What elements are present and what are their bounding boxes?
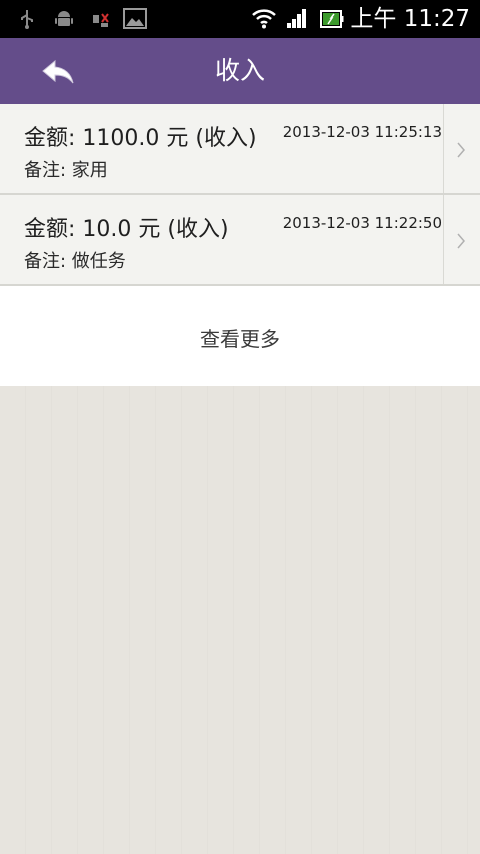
empty-background: [0, 386, 480, 854]
usb-icon: [21, 10, 33, 29]
record-amount: 金额: 10.0 元 (收入): [24, 217, 229, 242]
android-icon: [55, 11, 73, 26]
status-time: 上午 11:27: [350, 6, 470, 32]
record-note: 备注: 做任务: [24, 251, 126, 272]
list-item[interactable]: 金额: 1100.0 元 (收入) 2013-12-03 11:25:13 备注…: [0, 104, 480, 195]
record-time: 2013-12-03 11:22:50: [282, 214, 442, 232]
list-item[interactable]: 金额: 10.0 元 (收入) 2013-12-03 11:22:50 备注: …: [0, 195, 480, 286]
chevron-right-icon: [457, 142, 465, 158]
status-bar: 上午 11:27: [0, 0, 480, 38]
record-time: 2013-12-03 11:25:13: [282, 123, 442, 141]
battery-icon: [320, 10, 344, 28]
divider: [443, 195, 444, 284]
divider: [443, 104, 444, 193]
record-note: 备注: 家用: [24, 160, 108, 181]
gallery-icon: [123, 8, 147, 29]
records-list: 金额: 1100.0 元 (收入) 2013-12-03 11:25:13 备注…: [0, 104, 480, 388]
wifi-icon: [252, 9, 276, 29]
view-more-button[interactable]: 查看更多: [184, 315, 296, 360]
sim-icon: [93, 13, 109, 27]
page-title: 收入: [214, 56, 265, 85]
more-area: 查看更多: [0, 286, 480, 388]
header: 收入: [0, 38, 480, 104]
signal-icon: [287, 9, 306, 28]
chevron-right-icon: [457, 233, 465, 249]
record-amount: 金额: 1100.0 元 (收入): [24, 126, 257, 151]
